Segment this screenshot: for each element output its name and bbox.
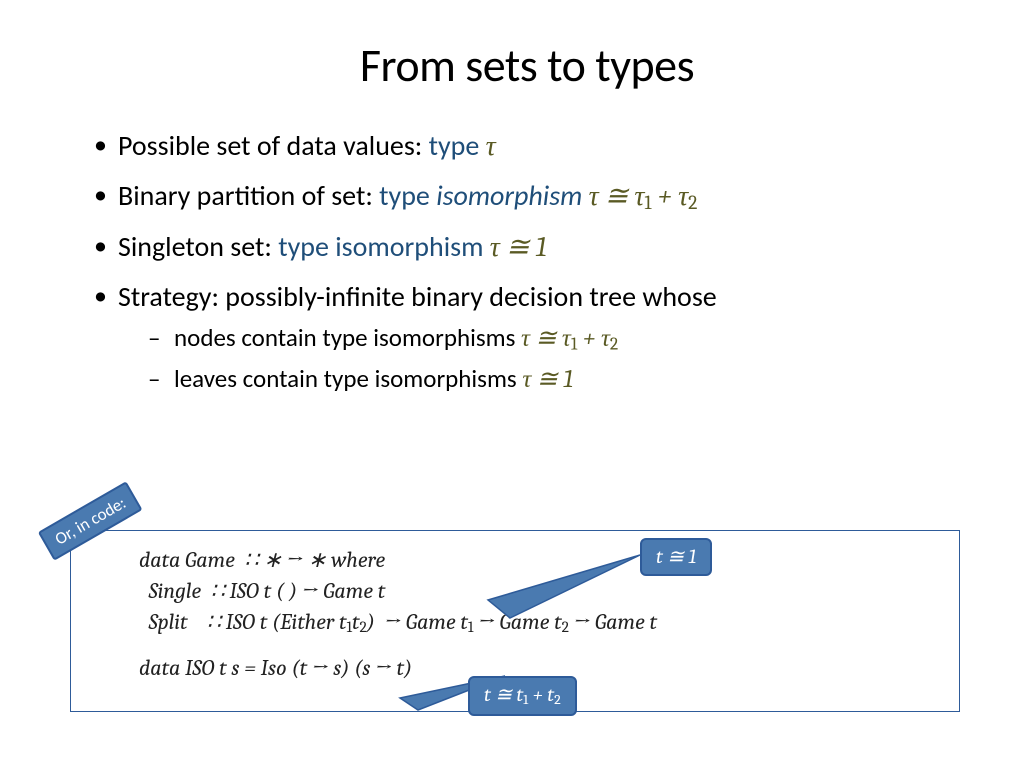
code-block: data Game ∷ ∗ → ∗ where Single ∷ ISO t (… [71,531,959,685]
bullet-2-blue: type [379,178,436,213]
bullet-2: Binary partition of set: type isomorphis… [90,174,964,218]
slide-title: From sets to types [90,38,964,94]
sub-1: nodes contain type isomorphisms τ ≅ τ1 +… [148,319,964,358]
sub-1-sub2: 2 [610,334,618,354]
bullet-3-text: Singleton set: [118,229,278,264]
bullet-1-text: Possible set of data values: [118,128,429,163]
sub-1-plus: + τ [577,324,610,353]
bullet-2-ital: isomorphism [436,178,588,213]
sub-1-math: τ ≅ τ [521,324,571,353]
sub-list: nodes contain type isomorphisms τ ≅ τ1 +… [148,319,964,399]
callout-2: t ≅ t1 + t2 [468,676,577,716]
bullet-4-text: Strategy: possibly-infinite binary decis… [118,279,717,314]
bullet-2-text: Binary partition of set: [118,178,379,213]
bullet-1-math: τ [486,130,496,162]
callout-1: t ≅ 1 [640,538,712,576]
sub-2-math: τ ≅ 1 [522,365,573,394]
bullet-3-blue: type isomorphism [278,229,490,264]
sub-2-text: leaves contain type isomorphisms [174,363,522,394]
bullet-3: Singleton set: type isomorphism τ ≅ 1 [90,225,964,269]
bullet-1: Possible set of data values: type τ [90,124,964,168]
bullet-2-sub1: 1 [644,191,651,214]
bullet-2-plus: + τ [652,180,689,212]
code-line-3: Split ∷ ISO t (Either t1t2) → Game t1 → … [139,607,959,639]
code-line-2: Single ∷ ISO t ( ) → Game t [139,576,959,607]
sub-2: leaves contain type isomorphisms τ ≅ 1 [148,360,964,399]
sub-1-text: nodes contain type isomorphisms [174,322,521,353]
bullet-1-blue: type [429,128,486,163]
bullet-2-sub2: 2 [688,191,697,214]
bullet-2-math1: τ ≅ τ [589,180,645,212]
bullet-3-math: τ ≅ 1 [490,231,547,263]
code-blank [139,639,959,653]
bullet-list: Possible set of data values: type τ Bina… [90,124,964,399]
bullet-4: Strategy: possibly-infinite binary decis… [90,275,964,399]
code-line-1: data Game ∷ ∗ → ∗ where [139,545,959,576]
